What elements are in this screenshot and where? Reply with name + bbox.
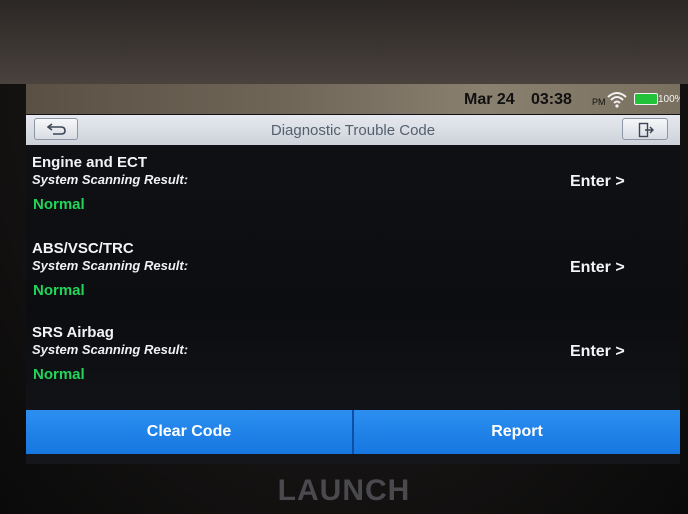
status-ampm: PM bbox=[592, 97, 606, 107]
page-title: Diagnostic Trouble Code bbox=[270, 122, 436, 139]
status-date: Mar 24 bbox=[464, 91, 515, 108]
status-bar: Mar 24 03:38 PM 100% bbox=[26, 84, 680, 114]
clear-code-button[interactable]: Clear Code bbox=[26, 410, 352, 454]
exit-button[interactable] bbox=[622, 118, 668, 140]
battery-percent: 100% bbox=[658, 94, 680, 105]
system-result-label: System Scanning Result: bbox=[32, 258, 189, 273]
battery-icon bbox=[634, 93, 658, 105]
exit-icon bbox=[638, 122, 654, 138]
system-status: Normal bbox=[33, 282, 85, 299]
enter-button[interactable]: Enter > bbox=[570, 343, 625, 361]
report-button[interactable]: Report bbox=[352, 410, 680, 454]
device-bezel bbox=[0, 0, 688, 84]
bottom-action-bar: Clear Code Report bbox=[26, 410, 680, 454]
system-name: ABS/VSC/TRC bbox=[32, 240, 134, 257]
device-frame: Mar 24 03:38 PM 100% Diagnos bbox=[0, 0, 688, 514]
brand-logo: LAUNCH bbox=[277, 474, 411, 507]
system-row-abs: ABS/VSC/TRC System Scanning Result: Norm… bbox=[26, 240, 680, 320]
system-row-srs: SRS Airbag System Scanning Result: Norma… bbox=[26, 324, 680, 404]
system-status: Normal bbox=[33, 366, 85, 383]
enter-button[interactable]: Enter > bbox=[570, 173, 625, 191]
system-status: Normal bbox=[33, 196, 85, 213]
system-name: Engine and ECT bbox=[32, 154, 148, 171]
system-row-engine: Engine and ECT System Scanning Result: N… bbox=[26, 154, 680, 234]
device-screen: Mar 24 03:38 PM 100% Diagnos bbox=[26, 84, 680, 464]
title-bar: Diagnostic Trouble Code bbox=[26, 115, 680, 145]
enter-button[interactable]: Enter > bbox=[570, 259, 625, 277]
wifi-icon bbox=[606, 90, 628, 108]
status-time: 03:38 bbox=[531, 91, 572, 108]
system-result-label: System Scanning Result: bbox=[32, 172, 189, 187]
system-result-label: System Scanning Result: bbox=[32, 342, 189, 357]
system-name: SRS Airbag bbox=[32, 324, 114, 341]
